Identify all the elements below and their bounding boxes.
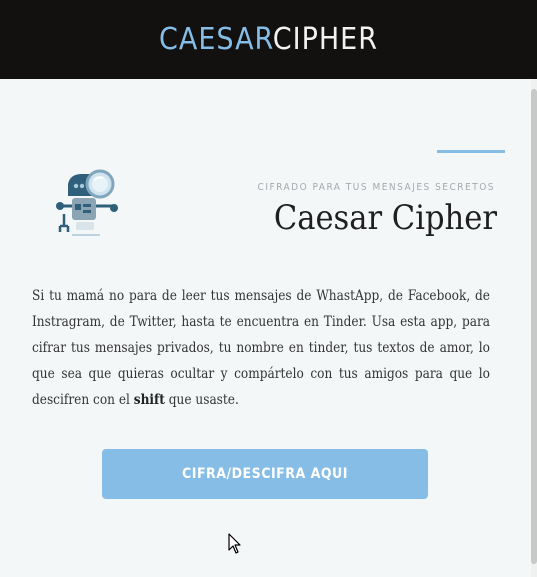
cipher-decipher-button[interactable]: Cifra/Descifra aqui [102, 449, 428, 499]
scrollbar-thumb[interactable] [531, 89, 537, 564]
page-title: Caesar Cipher [273, 198, 497, 238]
brand-text-cipher: Cipher [272, 21, 378, 57]
scrollbar[interactable] [531, 79, 537, 577]
mouse-cursor-icon [228, 533, 241, 554]
brand-text-caesar: Caesar [159, 21, 273, 57]
robot-magnifier-icon [56, 169, 118, 236]
intro-bold-shift: shift [133, 392, 165, 408]
brand-logo-text[interactable]: CaesarCipher [159, 21, 378, 57]
hero-tagline: Cifrado para tus mensajes secretos [257, 182, 495, 193]
top-navbar: CaesarCipher [0, 0, 537, 79]
intro-text: Si tu mamá no para de leer tus mensajes … [32, 288, 490, 408]
accent-divider [437, 150, 505, 153]
intro-text-end: que usaste. [164, 392, 239, 408]
intro-paragraph: Si tu mamá no para de leer tus mensajes … [32, 283, 490, 413]
